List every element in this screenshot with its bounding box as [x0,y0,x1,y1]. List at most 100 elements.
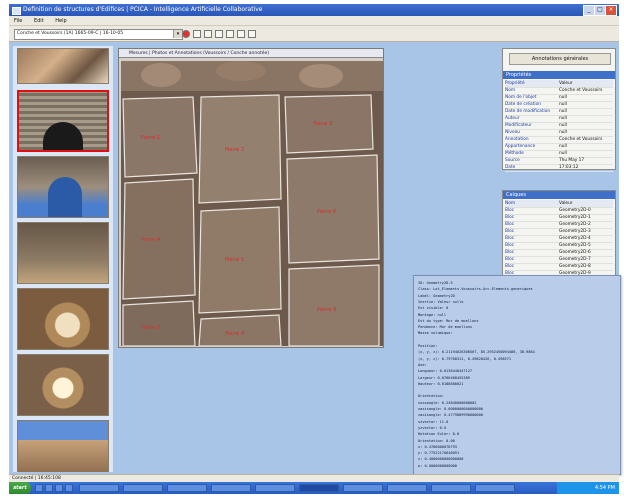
row-key: Source [505,158,520,163]
row-key: Niveau [505,130,520,135]
taskbar-window-button-active[interactable] [299,484,339,492]
status-bar: Connecté | 16:45:108 [9,474,619,482]
taskbar-window-button[interactable] [211,484,251,492]
column-header: Valeur [559,201,573,206]
info-line: Pendance: Mur de moellons [418,325,473,330]
stone-label: Pierre 1 [141,135,160,141]
info-line: Est du type: Mur de moellons [418,318,479,323]
stone-label: Pierre 6 [317,209,336,215]
row-value: Geometry2D-6 [559,250,591,255]
image-viewer-window[interactable]: Mesures | Photos et Annotations (Voussoi… [118,48,384,348]
record-icon[interactable] [182,30,190,38]
info-line: Masse volumique: [418,331,453,336]
save-icon[interactable] [204,30,212,38]
row-value: null [559,109,567,114]
info-line: x: 0.4780000078793 [418,444,457,449]
system-tray: 4:54 PM [557,482,619,494]
thumbnail-1[interactable] [17,48,109,84]
stone-label: Pierre 7 [141,325,160,331]
info-line: Rotation Euler: 0.0 [418,432,460,437]
info-line: Hauteur: 0.0188680021 [418,381,464,386]
row-value: null [559,151,567,156]
project-combo[interactable]: Conche et Voussoirs (1A) 1665-09-C | 16-… [14,29,183,40]
row-value: Geometry2D-2 [559,222,591,227]
thumbnail-3[interactable] [17,156,109,218]
row-key: Nom [505,88,516,93]
taskbar-window-button[interactable] [475,484,515,492]
row-key: Bloc [505,215,515,220]
menu-edit[interactable]: Edit [29,16,49,26]
info-line: Largeur: 0.0766468455389 [418,375,470,380]
column-header: Nom [505,201,516,206]
close-button[interactable]: × [605,5,617,16]
row-key: Date de modification [505,109,551,114]
annotations-button[interactable]: Annotations générales [509,53,611,65]
column-header: Valeur [559,81,573,86]
taskbar-window-button[interactable] [343,484,383,492]
row-value: Geometry2D-8 [559,264,591,269]
info-line: Inertie: Valeur nulle [418,299,464,304]
row-key: Méthode [505,151,524,156]
info-line: xxxxangle: 0.24840000000002 [418,400,477,405]
viewer-title: Mesures | Photos et Annotations (Voussoi… [129,51,270,56]
info-line: y: 0.77522170646091 [418,451,460,456]
row-key: Bloc [505,229,515,234]
quicklaunch-icon[interactable] [35,484,43,492]
menu-help[interactable]: Help [50,16,71,26]
stone-label: Pierre 2 [225,147,244,153]
taskbar-window-button[interactable] [167,484,207,492]
taskbar-window-button[interactable] [123,484,163,492]
row-value: Conche et Voussoirs [559,137,603,142]
info-line [418,387,618,393]
row-value: null [559,144,567,149]
row-value: null [559,130,567,135]
project-combo-value: Conche et Voussoirs (1A) 1665-09-C | 16-… [17,31,124,36]
taskbar-window-button[interactable] [79,484,119,492]
stone-label: Pierre 9 [317,307,336,313]
row-value: null [559,116,567,121]
row-value: Geometry2D-7 [559,257,591,262]
info-line: Class: Lot_Elements.Voussoirs.Arc.Elemen… [418,287,533,292]
info-line: zaxisangle: 0.4779889990000000 [418,413,483,418]
row-key: Auteur [505,116,520,121]
info-line: w: 0.0000000000000 [418,463,457,468]
row-value: null [559,102,567,107]
info-line: xzvector: 11.0 [418,419,449,424]
quicklaunch-icon[interactable] [65,484,73,492]
chevron-down-icon[interactable]: ▾ [173,30,182,38]
menu-file[interactable]: File [9,16,27,26]
quicklaunch-icon[interactable] [55,484,63,492]
app-icon [12,7,21,15]
menu-bar: File Edit Help [9,16,619,26]
taskbar-window-button[interactable] [255,484,295,492]
table-row[interactable]: Date 17:03:12 [505,164,613,172]
thumbnail-6[interactable] [17,354,109,416]
thumbnail-4[interactable] [17,222,109,284]
row-value: Geometry2D-5 [559,243,591,248]
taskbar-window-button[interactable] [387,484,427,492]
start-button[interactable]: start [9,482,31,494]
export-icon[interactable] [215,30,223,38]
row-value: Thu May 17 [559,158,585,163]
thumbnail-2[interactable] [17,90,109,152]
thumbnail-strip[interactable] [13,46,113,472]
arrow-icon[interactable] [248,30,256,38]
info-line: xaxisangle: 0.0000000000000000 [418,407,483,411]
row-key: Annotation [505,137,529,142]
thumbnail-5[interactable] [17,288,109,350]
row-key: Modificateur [505,123,532,128]
thumbnail-7[interactable] [17,420,109,472]
info-line: (x, y, z): 0.79768311, 0.49828426, 0.498… [418,356,512,361]
properties-header: Propriétés [503,71,615,79]
settings-icon[interactable] [226,30,234,38]
row-value: null [559,95,567,100]
properties-panel: Annotations générales Propriétés Proprié… [502,48,616,172]
open-icon[interactable] [193,30,201,38]
taskbar-window-button[interactable] [431,484,471,492]
grid-icon[interactable] [237,30,245,38]
row-key: Bloc [505,236,515,241]
quicklaunch-icon[interactable] [45,484,53,492]
info-line: Label: Geometry2D [418,293,455,298]
row-key: Bloc [505,250,515,255]
annotated-stone-image[interactable]: Pierre 1 Pierre 2 Pierre 3 Pierre 4 Pier… [121,61,383,346]
